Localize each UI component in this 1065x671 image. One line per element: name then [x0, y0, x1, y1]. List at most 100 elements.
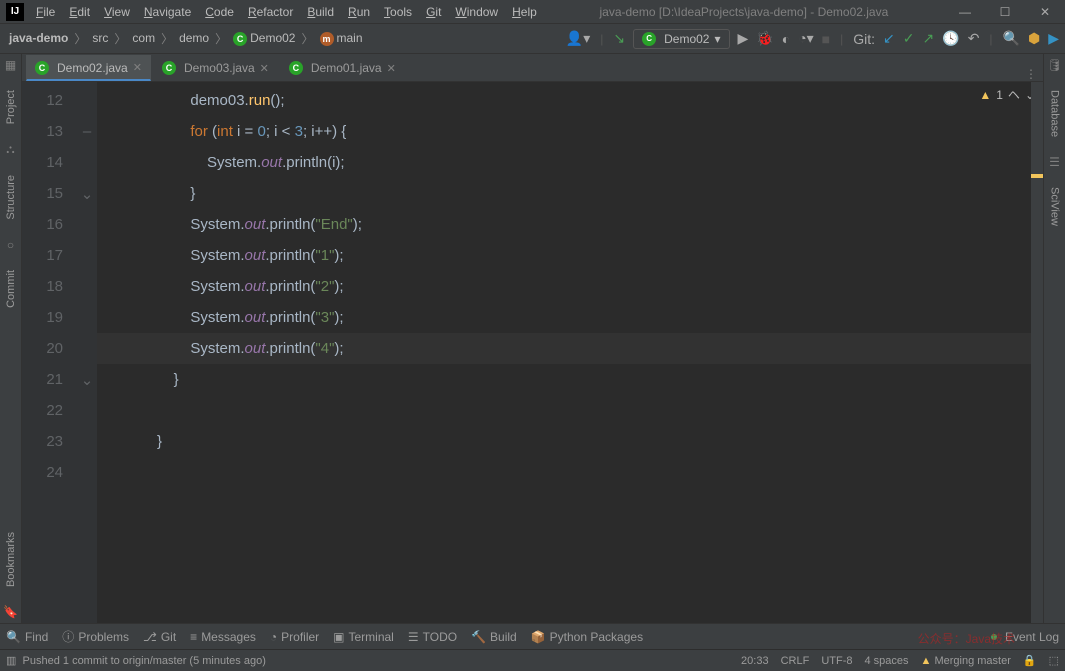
profile-button[interactable]: ◔▾	[798, 30, 813, 47]
run-anything-icon[interactable]: ▶	[1048, 30, 1059, 47]
breadcrumb-project[interactable]: java-demo	[6, 29, 71, 47]
editor-tab[interactable]: CDemo03.java✕	[153, 55, 278, 81]
menu-edit[interactable]: Edit	[63, 3, 96, 21]
stop-button[interactable]: ■	[822, 31, 830, 47]
menu-run[interactable]: Run	[342, 3, 376, 21]
sidebar-structure[interactable]: Structure	[5, 169, 17, 226]
menu-build[interactable]: Build	[301, 3, 340, 21]
menu-view[interactable]: View	[98, 3, 136, 21]
status-branch[interactable]: ▲ Merging master	[921, 655, 1011, 667]
code-line[interactable]: System.out.println("1");	[97, 240, 1043, 271]
code-line[interactable]: }	[97, 178, 1043, 209]
code-line[interactable]: System.out.println("2");	[97, 271, 1043, 302]
run-config-selector[interactable]: CDemo02 ▾	[633, 29, 729, 49]
tab-git[interactable]: ⎇ Git	[143, 630, 176, 644]
settings-icon[interactable]: ⬢	[1028, 30, 1040, 47]
fold-marker[interactable]: –	[77, 116, 97, 147]
menu-git[interactable]: Git	[420, 3, 447, 21]
git-rollback-icon[interactable]: ↶	[968, 30, 980, 47]
run-button[interactable]: ▶	[738, 30, 749, 47]
status-message: Pushed 1 commit to origin/master (5 minu…	[23, 655, 266, 667]
sidebar-database[interactable]: Database	[1049, 84, 1061, 143]
editor-tab[interactable]: CDemo01.java✕	[280, 55, 405, 81]
tab-profiler[interactable]: ◔ Profiler	[270, 630, 319, 644]
code-line[interactable]: }	[97, 364, 1043, 395]
menu-file[interactable]: File	[30, 3, 61, 21]
breadcrumb-item[interactable]: demo	[176, 29, 212, 47]
code-line[interactable]: }	[97, 426, 1043, 457]
status-caret-pos[interactable]: 20:33	[741, 655, 769, 667]
commit-icon[interactable]: ○	[7, 238, 14, 252]
database-icon[interactable]: 🛢	[1047, 58, 1062, 72]
code-line[interactable]: System.out.println("3");	[97, 302, 1043, 333]
code-line[interactable]: for (int i = 0; i < 3; i++) {	[97, 116, 1043, 147]
close-tab-icon[interactable]: ✕	[260, 62, 269, 75]
build-icon[interactable]: ↘	[613, 30, 625, 47]
debug-button[interactable]: 🐞	[756, 30, 773, 47]
fold-marker[interactable]: ⌄	[77, 178, 97, 209]
tab-find[interactable]: 🔍 Find	[6, 630, 48, 644]
menu-window[interactable]: Window	[449, 3, 504, 21]
tab-python-packages[interactable]: 📦 Python Packages	[531, 630, 643, 644]
breadcrumb-item[interactable]: com	[129, 29, 158, 47]
tab-terminal[interactable]: ▣ Terminal	[333, 630, 394, 644]
fold-marker[interactable]: ⌄	[77, 364, 97, 395]
editor-tab[interactable]: CDemo02.java✕	[26, 55, 151, 81]
git-push-icon[interactable]: ↗	[923, 30, 935, 47]
status-eol[interactable]: CRLF	[781, 655, 810, 667]
breadcrumb-method[interactable]: mmain	[317, 29, 366, 48]
code-editor[interactable]: 12131415161718192021222324 –⌄⌄ ▲ 1 ヘ ⌄ d…	[22, 82, 1043, 623]
code-line[interactable]: System.out.println("End");	[97, 209, 1043, 240]
code-line[interactable]: demo03.run();	[97, 85, 1043, 116]
tab-todo[interactable]: ☰ TODO	[408, 630, 457, 644]
sidebar-project[interactable]: Project	[5, 84, 17, 130]
breadcrumb-class[interactable]: CDemo02	[230, 29, 298, 48]
code-area[interactable]: ▲ 1 ヘ ⌄ demo03.run(); for (int i = 0; i …	[97, 82, 1043, 623]
menu-navigate[interactable]: Navigate	[138, 3, 197, 21]
prev-highlight-icon[interactable]: ヘ	[1008, 86, 1020, 103]
code-line[interactable]: System.out.println("4");	[97, 333, 1043, 364]
breadcrumb-item[interactable]: src	[89, 29, 111, 47]
menu-tools[interactable]: Tools	[378, 3, 418, 21]
menu-refactor[interactable]: Refactor	[242, 3, 299, 21]
git-commit-icon[interactable]: ✓	[903, 30, 915, 47]
status-lock-icon[interactable]: 🔒	[1023, 654, 1037, 667]
git-history-icon[interactable]: 🕓	[942, 30, 959, 47]
search-icon[interactable]: 🔍	[1003, 30, 1020, 47]
sciview-icon[interactable]: ☰	[1049, 155, 1060, 169]
fold-gutter: – ⌄ ⌄	[77, 82, 97, 623]
bookmarks-icon[interactable]: 🔖	[3, 605, 18, 619]
code-line[interactable]: System.out.println(i);	[97, 147, 1043, 178]
sidebar-sciview[interactable]: SciView	[1049, 181, 1061, 232]
minimize-button[interactable]: —	[945, 0, 985, 24]
close-button[interactable]: ✕	[1025, 0, 1065, 24]
sidebar-bookmarks[interactable]: Bookmarks	[5, 526, 17, 593]
tab-problems[interactable]: ⓘ Problems	[62, 628, 129, 645]
tab-messages[interactable]: ≡ Messages	[190, 630, 256, 644]
menu-code[interactable]: Code	[199, 3, 240, 21]
maximize-button[interactable]: ☐	[985, 0, 1025, 24]
breadcrumb: java-demo 〉 src 〉 com 〉 demo 〉 CDemo02 〉…	[6, 29, 366, 48]
git-label: Git:	[853, 31, 875, 47]
code-line[interactable]	[97, 395, 1043, 426]
project-icon[interactable]: ▦	[5, 58, 16, 72]
status-ide-icon[interactable]: ⬚	[1049, 654, 1059, 667]
coverage-button[interactable]: ◐	[782, 31, 790, 47]
close-tab-icon[interactable]: ✕	[133, 61, 142, 74]
inspection-indicator[interactable]: ▲ 1 ヘ ⌄	[979, 86, 1035, 103]
code-line[interactable]	[97, 457, 1043, 488]
tabs-more-icon[interactable]: ⋮	[1025, 67, 1037, 81]
structure-icon[interactable]: ⛬	[6, 142, 14, 157]
git-update-icon[interactable]: ↙	[883, 30, 895, 47]
status-encoding[interactable]: UTF-8	[821, 655, 852, 667]
fold-marker	[77, 457, 97, 488]
status-indent[interactable]: 4 spaces	[864, 655, 908, 667]
sidebar-commit[interactable]: Commit	[5, 264, 17, 314]
tab-build[interactable]: 🔨 Build	[471, 630, 517, 644]
add-config-icon[interactable]: 👤▾	[566, 30, 590, 47]
close-tab-icon[interactable]: ✕	[387, 62, 396, 75]
error-stripe	[1031, 82, 1043, 623]
status-window-icon[interactable]: ▥	[6, 654, 16, 667]
fold-marker	[77, 271, 97, 302]
menu-help[interactable]: Help	[506, 3, 543, 21]
